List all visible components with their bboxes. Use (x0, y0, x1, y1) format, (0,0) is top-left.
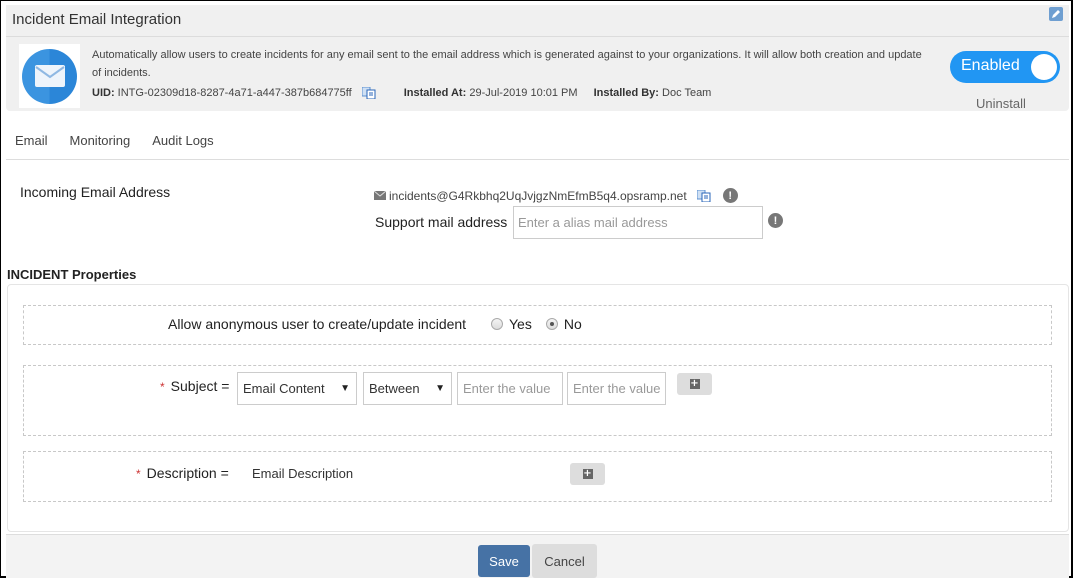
caret-down-icon: ▼ (340, 383, 350, 394)
plus-icon: + (689, 378, 700, 389)
radio-yes-label: Yes (509, 316, 532, 332)
integration-description: Automatically allow users to create inci… (92, 49, 922, 79)
subject-value-2-input[interactable] (567, 372, 666, 405)
description-add-button[interactable]: + (570, 463, 605, 485)
tab-email[interactable]: Email (15, 133, 48, 148)
installed-by-value: Doc Team (662, 87, 712, 99)
subject-value-1-input[interactable] (457, 372, 563, 405)
subject-add-button[interactable]: + (677, 373, 712, 395)
incoming-email-value: incidents@G4Rkbhq2UqJvjgzNmEfmB5q4.opsra… (374, 188, 738, 203)
installed-by-label: Installed By: (593, 87, 659, 99)
copy-uid-icon[interactable] (361, 86, 376, 100)
save-button[interactable]: Save (478, 545, 530, 577)
description-label: * Description = (136, 465, 229, 481)
tab-monitoring[interactable]: Monitoring (70, 133, 131, 148)
incoming-email-label: Incoming Email Address (20, 184, 171, 200)
uninstall-link[interactable]: Uninstall (976, 96, 1026, 111)
required-mark: * (160, 380, 165, 394)
header-divider (6, 36, 1069, 37)
anonymous-row: Allow anonymous user to create/update in… (23, 305, 1052, 345)
subject-operator-select[interactable]: Between ▼ (363, 372, 452, 405)
info-exclamation-icon[interactable]: ! (722, 188, 738, 203)
toggle-label: Enabled (961, 57, 1020, 74)
subject-row: * Subject = Email Content ▼ Between ▼ + (23, 365, 1052, 436)
description-row: * Description = Email Description + (23, 451, 1052, 502)
subject-field-select[interactable]: Email Content ▼ (237, 372, 357, 405)
tab-bar: Email Monitoring Audit Logs (15, 133, 214, 148)
tab-audit-logs[interactable]: Audit Logs (152, 133, 213, 148)
integration-header: Incident Email Integration Automatically… (6, 5, 1069, 111)
radio-yes[interactable] (491, 318, 503, 330)
radio-no[interactable] (545, 318, 558, 330)
page-title: Incident Email Integration (12, 11, 182, 28)
cancel-button[interactable]: Cancel (532, 544, 597, 578)
envelope-icon (34, 65, 65, 87)
uid-label: UID: (92, 87, 115, 99)
subject-label: * Subject = (160, 378, 229, 394)
installed-at-label: Installed At: (403, 87, 467, 99)
caret-down-icon: ▼ (435, 383, 445, 394)
toggle-knob (1031, 54, 1057, 80)
enabled-toggle[interactable]: Enabled (950, 51, 1060, 83)
envelope-small-icon (374, 191, 386, 200)
radio-no-label: No (563, 316, 582, 332)
required-mark: * (136, 467, 141, 481)
integration-logo (19, 44, 80, 108)
pencil-icon (1052, 10, 1060, 18)
description-label-text: Description = (146, 465, 229, 481)
subject-label-text: Subject = (170, 378, 230, 394)
subject-field-value: Email Content (243, 381, 325, 396)
support-info-exclamation-icon[interactable]: ! (768, 213, 783, 228)
incident-properties-title: INCIDENT Properties (7, 267, 137, 282)
plus-icon: + (582, 468, 593, 479)
copy-email-icon[interactable] (696, 189, 711, 202)
anonymous-radio-group: Yes No (491, 316, 582, 332)
support-mail-label: Support mail address (375, 214, 508, 230)
edit-button[interactable] (1049, 7, 1063, 21)
integration-meta: UID: INTG-02309d18-8287-4a71-a447-387b68… (92, 86, 712, 100)
support-mail-input[interactable] (513, 206, 763, 239)
incoming-email-address: incidents@G4Rkbhq2UqJvjgzNmEfmB5q4.opsra… (389, 188, 687, 203)
uid-value: INTG-02309d18-8287-4a71-a447-387b684775f… (117, 87, 352, 99)
anonymous-label: Allow anonymous user to create/update in… (168, 316, 467, 332)
tabs-divider (6, 159, 1069, 160)
description-value: Email Description (252, 466, 354, 481)
installed-at-value: 29-Jul-2019 10:01 PM (469, 87, 578, 99)
subject-operator-value: Between (369, 381, 420, 396)
